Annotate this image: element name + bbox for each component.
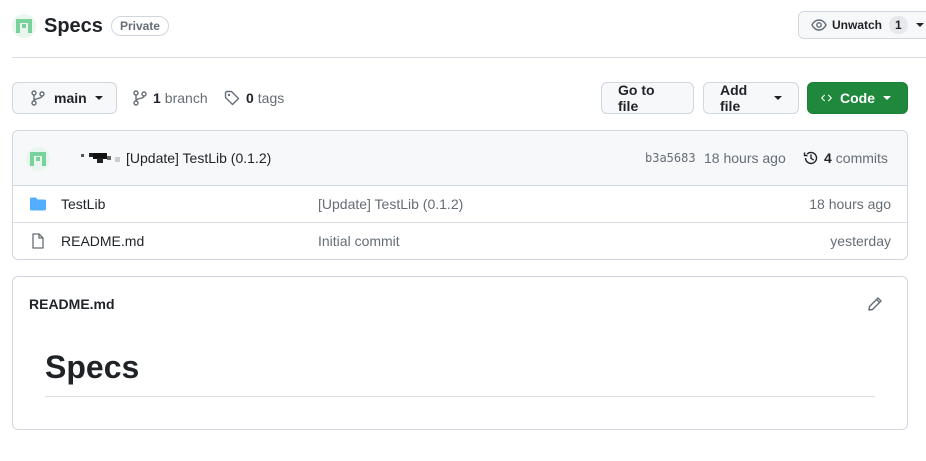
chevron-down-icon: [915, 23, 924, 27]
repo-avatar-icon: [12, 14, 36, 38]
readme-heading: Specs: [45, 349, 140, 385]
readme-panel: README.md Specs: [12, 276, 908, 430]
file-name[interactable]: TestLib: [61, 196, 105, 212]
heading-rule: [45, 396, 875, 397]
add-file-label: Add file: [720, 82, 748, 114]
history-icon: [803, 151, 818, 165]
visibility-badge: Private: [110, 16, 169, 36]
code-label: Code: [840, 90, 875, 106]
eye-icon: [811, 19, 827, 31]
unwatch-label: Unwatch: [832, 18, 883, 32]
code-button[interactable]: Code: [807, 82, 908, 114]
branches-link[interactable]: 1 branch: [133, 82, 208, 114]
code-icon: [821, 94, 832, 102]
latest-commit-message[interactable]: [Update] TestLib (0.1.2): [126, 150, 271, 166]
file-name[interactable]: README.md: [61, 233, 144, 249]
file-commit-message[interactable]: Initial commit: [318, 233, 400, 249]
tag-word: tags: [257, 90, 285, 106]
unwatch-button[interactable]: Unwatch 1: [798, 11, 926, 39]
pencil-icon[interactable]: [867, 296, 883, 312]
latest-commit-bar: [Update] TestLib (0.1.2) b3a5683 18 hour…: [13, 131, 907, 186]
add-file-button[interactable]: Add file: [703, 82, 799, 114]
file-age: 18 hours ago: [809, 196, 891, 212]
commit-time: 18 hours ago: [704, 150, 786, 166]
branch-count: 1: [153, 90, 161, 106]
git-branch-icon: [31, 90, 45, 106]
branch-name: main: [54, 90, 87, 106]
watch-count: 1: [889, 16, 908, 34]
git-branch-icon: [133, 90, 147, 106]
branch-word: branch: [164, 90, 208, 106]
file-age: yesterday: [830, 233, 891, 249]
file-row[interactable]: TestLib [Update] TestLib (0.1.2) 18 hour…: [13, 186, 907, 223]
chevron-down-icon: [774, 96, 782, 100]
commit-sha[interactable]: b3a5683: [645, 151, 696, 165]
commit-count: 4: [824, 150, 832, 166]
folder-icon: [30, 197, 46, 211]
header-divider: [12, 57, 926, 58]
repo-name-link[interactable]: Specs: [44, 15, 103, 38]
chevron-down-icon: [883, 96, 891, 100]
commit-word: commits: [835, 150, 888, 166]
author-avatar[interactable]: [26, 147, 50, 171]
file-list: [Update] TestLib (0.1.2) b3a5683 18 hour…: [12, 130, 908, 260]
file-commit-message[interactable]: [Update] TestLib (0.1.2): [318, 196, 463, 212]
tag-icon: [224, 90, 240, 106]
chevron-down-icon: [94, 96, 103, 100]
repo-header: Specs Private: [12, 12, 169, 40]
author-name-redacted[interactable]: [81, 153, 121, 163]
go-to-file-button[interactable]: Go to file: [601, 82, 694, 114]
file-row[interactable]: README.md Initial commit yesterday: [13, 223, 907, 259]
readme-filename: README.md: [29, 296, 115, 312]
tags-link[interactable]: 0 tags: [224, 82, 284, 114]
file-icon: [32, 233, 44, 249]
branch-select-button[interactable]: main: [12, 82, 117, 114]
tag-count: 0: [246, 90, 254, 106]
commits-link[interactable]: 4 commits: [803, 150, 888, 166]
